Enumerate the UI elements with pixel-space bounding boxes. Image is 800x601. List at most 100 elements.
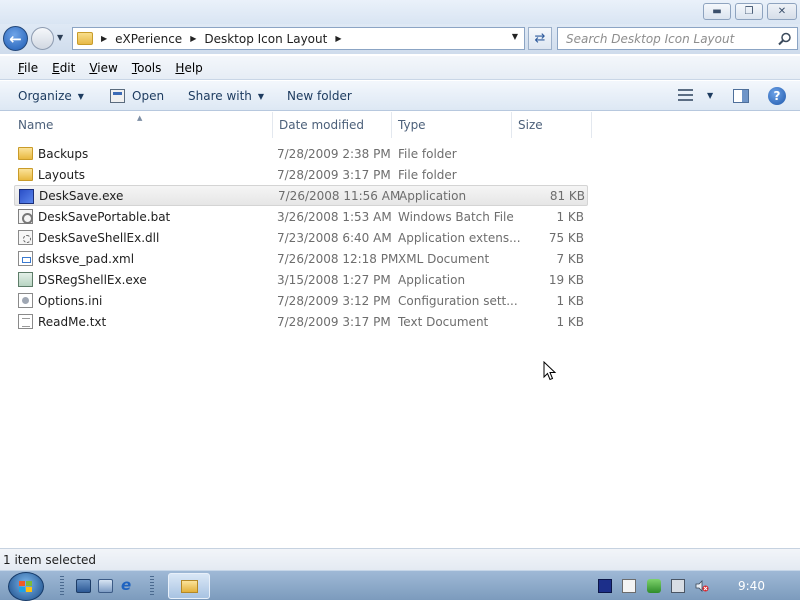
forward-button[interactable] xyxy=(31,27,54,50)
search-box[interactable]: Search Desktop Icon Layout xyxy=(557,27,798,50)
breadcrumb-desktop-icon-layout[interactable]: Desktop Icon Layout xyxy=(204,32,327,46)
file-row-desksaveportable-bat[interactable]: DeskSavePortable.bat 3/26/2008 1:53 AM W… xyxy=(14,206,588,227)
address-bar[interactable]: ▶ eXPerience ▶ Desktop Icon Layout ▶ ▼ xyxy=(72,27,525,50)
file-row-desksave-exe[interactable]: DeskSave.exe 7/26/2008 11:56 AM Applicat… xyxy=(14,185,588,206)
mouse-pointer-icon xyxy=(543,361,557,381)
tray-document-icon[interactable] xyxy=(622,579,636,593)
file-row-readme-txt[interactable]: ReadMe.txt 7/28/2009 3:17 PM Text Docume… xyxy=(14,311,588,332)
menu-file[interactable]: File xyxy=(18,61,38,75)
share-with-label: Share with xyxy=(188,89,252,103)
refresh-button[interactable]: ⇄ xyxy=(528,27,552,50)
file-size: 1 KB xyxy=(556,314,584,329)
breadcrumb-experience[interactable]: eXPerience xyxy=(115,32,182,46)
column-header-bar: Name Date modified Type Size xyxy=(0,112,800,138)
folder-icon xyxy=(18,168,33,181)
column-header-type[interactable]: Type xyxy=(392,112,512,138)
menu-help[interactable]: Help xyxy=(175,61,202,75)
switch-windows-icon[interactable] xyxy=(98,579,113,593)
open-label: Open xyxy=(132,89,165,103)
file-row-dsregshellex-exe[interactable]: DSRegShellEx.exe 3/15/2008 1:27 PM Appli… xyxy=(14,269,588,290)
file-name: Layouts xyxy=(38,167,86,182)
file-name: DeskSaveShellEx.dll xyxy=(38,230,160,245)
file-size: 81 KB xyxy=(549,188,585,203)
file-row-dsksve-pad-xml[interactable]: dsksve_pad.xml 7/26/2008 12:18 PM XML Do… xyxy=(14,248,588,269)
xml-file-icon xyxy=(18,251,33,266)
file-type: File folder xyxy=(398,167,457,182)
details-view-icon xyxy=(678,89,693,101)
file-date: 7/26/2008 12:18 PM xyxy=(277,251,399,266)
file-size: 19 KB xyxy=(548,272,584,287)
search-icon[interactable] xyxy=(778,32,792,46)
new-folder-button[interactable]: New folder xyxy=(287,89,352,103)
internet-explorer-icon[interactable]: e xyxy=(121,576,136,594)
folder-icon xyxy=(77,32,93,45)
breadcrumb-separator[interactable]: ▶ xyxy=(335,34,341,43)
file-size: 75 KB xyxy=(548,230,584,245)
file-type: XML Document xyxy=(398,251,490,266)
column-header-date-modified[interactable]: Date modified xyxy=(273,112,392,138)
address-dropdown-button[interactable]: ▼ xyxy=(512,32,518,41)
title-bar: ▬ ❐ ✕ xyxy=(0,0,800,24)
toolbar-grip[interactable] xyxy=(60,576,64,596)
file-size: 7 KB xyxy=(556,251,584,266)
sort-ascending-icon: ▲ xyxy=(137,114,143,122)
organize-label: Organize xyxy=(18,89,72,103)
file-name: ReadMe.txt xyxy=(38,314,107,329)
text-file-icon xyxy=(18,314,33,329)
volume-muted-icon[interactable] xyxy=(695,579,709,593)
minimize-button[interactable]: ▬ xyxy=(703,3,731,20)
organize-button[interactable]: Organize ▼ xyxy=(18,89,84,103)
close-button[interactable]: ✕ xyxy=(767,3,797,20)
toolbar-grip[interactable] xyxy=(150,576,154,596)
help-button[interactable]: ? xyxy=(768,87,786,105)
file-size: 1 KB xyxy=(556,293,584,308)
column-header-size[interactable]: Size xyxy=(512,112,592,138)
file-date: 7/28/2009 3:17 PM xyxy=(277,167,391,182)
file-row-backups[interactable]: Backups 7/28/2009 2:38 PM File folder xyxy=(14,143,588,164)
file-type: File folder xyxy=(398,146,457,161)
file-name: dsksve_pad.xml xyxy=(38,251,135,266)
file-name: DeskSavePortable.bat xyxy=(38,209,171,224)
file-name: Backups xyxy=(38,146,89,161)
explorer-window: ▬ ❐ ✕ ← ▼ ▶ eXPerience ▶ Desktop Icon La… xyxy=(0,0,800,570)
file-type: Application extens... xyxy=(398,230,521,245)
chevron-down-icon: ▼ xyxy=(257,91,265,101)
file-type: Application xyxy=(399,188,467,203)
menu-tools[interactable]: Tools xyxy=(132,61,162,75)
file-row-options-ini[interactable]: Options.ini 7/28/2009 3:12 PM Configurat… xyxy=(14,290,588,311)
change-view-button[interactable]: ▼ xyxy=(678,89,713,101)
tray-shield-icon[interactable] xyxy=(647,579,661,593)
tray-app-icon[interactable] xyxy=(598,579,612,593)
windows-logo-icon xyxy=(19,581,32,592)
open-button[interactable]: Open xyxy=(110,89,164,103)
file-type: Application xyxy=(398,272,466,287)
breadcrumb-separator[interactable]: ▶ xyxy=(190,34,196,43)
show-desktop-icon[interactable] xyxy=(76,579,91,593)
refresh-icon: ⇄ xyxy=(534,31,546,46)
chevron-down-icon[interactable]: ▼ xyxy=(707,91,713,100)
recent-pages-dropdown[interactable]: ▼ xyxy=(57,33,67,43)
network-icon[interactable] xyxy=(671,579,685,593)
file-date: 7/28/2009 2:38 PM xyxy=(277,146,391,161)
file-row-desksaveshellex-dll[interactable]: DeskSaveShellEx.dll 7/23/2008 6:40 AM Ap… xyxy=(14,227,588,248)
chevron-down-icon: ▼ xyxy=(77,91,84,101)
navigation-bar: ← ▼ ▶ eXPerience ▶ Desktop Icon Layout ▶… xyxy=(0,24,800,54)
breadcrumb-separator[interactable]: ▶ xyxy=(101,34,107,43)
menu-view[interactable]: View xyxy=(89,61,117,75)
back-button[interactable]: ← xyxy=(3,26,28,51)
menu-edit[interactable]: Edit xyxy=(52,61,75,75)
file-name: DSRegShellEx.exe xyxy=(38,272,147,287)
file-row-layouts[interactable]: Layouts 7/28/2009 3:17 PM File folder xyxy=(14,164,588,185)
menu-bar: File Edit View Tools Help xyxy=(0,56,800,80)
settings-file-icon xyxy=(18,293,33,308)
maximize-button[interactable]: ❐ xyxy=(735,3,763,20)
taskbar-button-explorer[interactable] xyxy=(168,573,210,599)
clock[interactable]: 9:40 xyxy=(738,579,765,593)
share-with-button[interactable]: Share with ▼ xyxy=(188,89,264,103)
folder-icon xyxy=(181,580,198,593)
preview-pane-button[interactable] xyxy=(733,89,749,103)
start-button[interactable] xyxy=(8,572,44,601)
column-header-name[interactable]: Name xyxy=(12,112,273,138)
arrow-left-icon: ← xyxy=(9,29,22,48)
batch-file-icon xyxy=(18,209,33,224)
